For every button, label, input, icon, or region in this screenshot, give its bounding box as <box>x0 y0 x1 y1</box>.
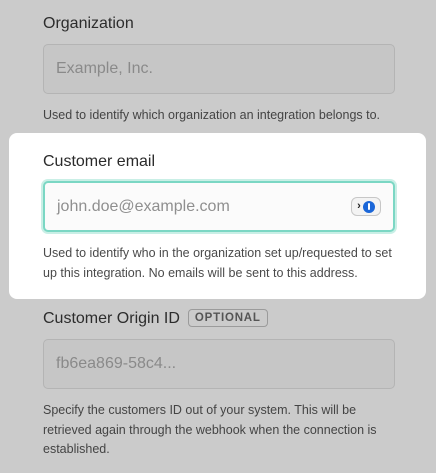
customer-email-placeholder: john.doe@example.com <box>57 197 230 215</box>
customer-origin-id-input[interactable]: fb6ea869-58c4... <box>43 339 395 389</box>
customer-email-input[interactable]: john.doe@example.com › <box>43 181 395 232</box>
organization-label: Organization <box>43 15 134 32</box>
customer-email-help: Used to identify who in the organization… <box>43 246 392 280</box>
organization-input[interactable]: Example, Inc. <box>43 44 395 94</box>
integration-form: Organization Example, Inc. Used to ident… <box>0 0 436 473</box>
customer-origin-id-label: Customer Origin ID <box>43 310 180 327</box>
password-manager-key-icon <box>362 200 375 213</box>
customer-email-label: Customer email <box>43 153 156 170</box>
organization-placeholder: Example, Inc. <box>56 60 153 77</box>
organization-help: Used to identify which organization an i… <box>43 108 381 122</box>
customer-origin-id-help: Specify the customers ID out of your sys… <box>43 403 377 456</box>
chevron-right-icon: › <box>357 200 361 212</box>
optional-badge: OPTIONAL <box>187 309 268 327</box>
customer-origin-id-label-row: Customer Origin ID OPTIONAL <box>43 309 268 328</box>
customer-origin-id-placeholder: fb6ea869-58c4... <box>56 355 177 372</box>
customer-email-card: Customer email john.doe@example.com › Us… <box>9 133 426 299</box>
password-manager-icon[interactable]: › <box>351 197 381 216</box>
